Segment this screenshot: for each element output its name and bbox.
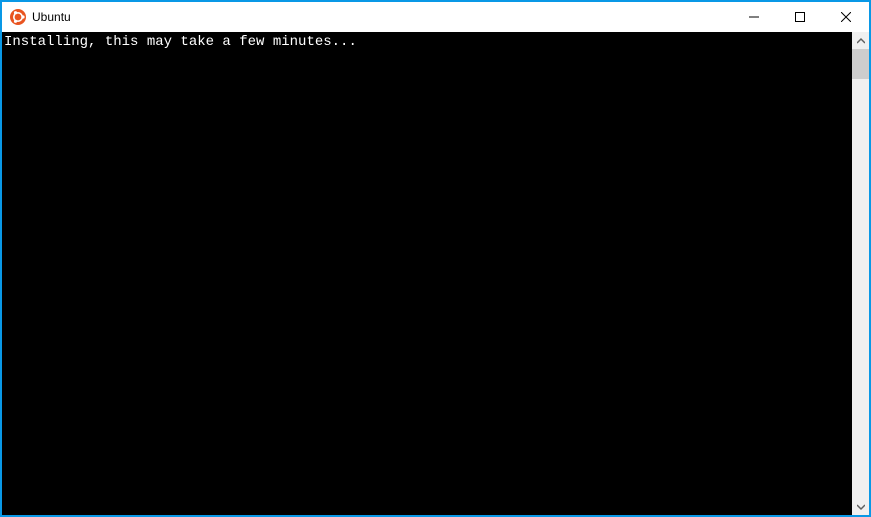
ubuntu-icon (10, 9, 26, 25)
scroll-track[interactable] (852, 49, 869, 498)
maximize-icon (795, 10, 805, 25)
chevron-up-icon (857, 32, 865, 50)
scroll-thumb[interactable] (852, 49, 869, 79)
terminal-output[interactable]: Installing, this may take a few minutes.… (2, 32, 852, 515)
content-area: Installing, this may take a few minutes.… (2, 32, 869, 515)
chevron-down-icon (857, 498, 865, 516)
close-button[interactable] (823, 2, 869, 32)
window-controls (731, 2, 869, 32)
minimize-icon (749, 10, 759, 25)
window-title: Ubuntu (32, 10, 731, 24)
minimize-button[interactable] (731, 2, 777, 32)
maximize-button[interactable] (777, 2, 823, 32)
terminal-line: Installing, this may take a few minutes.… (4, 34, 357, 50)
close-icon (841, 10, 851, 25)
scroll-up-button[interactable] (852, 32, 869, 49)
app-window: Ubuntu Installing, this may take a few m… (2, 2, 869, 515)
scroll-down-button[interactable] (852, 498, 869, 515)
titlebar[interactable]: Ubuntu (2, 2, 869, 32)
vertical-scrollbar[interactable] (852, 32, 869, 515)
